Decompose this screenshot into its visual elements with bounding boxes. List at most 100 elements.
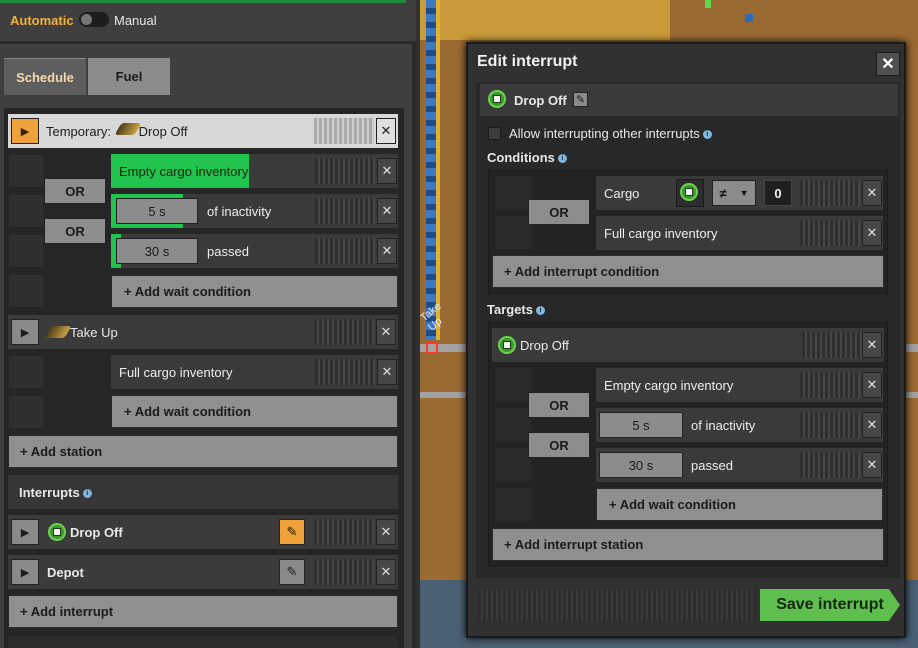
- or-button[interactable]: OR: [44, 178, 106, 204]
- drag-handle[interactable]: [314, 118, 374, 144]
- close-icon[interactable]: ✕: [862, 332, 882, 358]
- close-icon[interactable]: ✕: [862, 452, 882, 478]
- info-icon[interactable]: i: [557, 154, 567, 164]
- allow-interrupting-checkbox[interactable]: [488, 127, 501, 140]
- condition-value[interactable]: 5 s: [116, 198, 198, 224]
- close-icon[interactable]: ✕: [377, 359, 397, 385]
- add-interrupt-station-button[interactable]: + Add interrupt station: [492, 528, 884, 561]
- play-icon[interactable]: ▶: [11, 319, 39, 345]
- close-icon[interactable]: ✕: [862, 412, 882, 438]
- targets-label: Targets i: [487, 302, 545, 317]
- constant-input[interactable]: 0: [764, 180, 792, 206]
- indent-slot: [496, 176, 532, 210]
- close-icon[interactable]: ✕: [377, 158, 397, 184]
- station-row-take-up[interactable]: ▶ Take Up ✕: [8, 315, 398, 349]
- drag-handle[interactable]: [314, 559, 374, 585]
- item-slot[interactable]: [676, 179, 704, 207]
- close-icon[interactable]: ✕: [376, 519, 396, 545]
- wait-condition-inactivity[interactable]: 5 s of inactivity ✕: [111, 194, 398, 228]
- or-button[interactable]: OR: [528, 199, 590, 225]
- allow-interrupting-label: Allow interrupting other interrupts i: [509, 126, 712, 141]
- drag-handle[interactable]: [800, 220, 860, 246]
- train-marker[interactable]: [426, 342, 438, 354]
- rail-icon: [114, 123, 142, 135]
- or-button[interactable]: OR: [528, 432, 590, 458]
- target-row-drop-off[interactable]: Drop Off ✕: [492, 328, 884, 362]
- interrupt-condition-cargo[interactable]: Cargo ≠ ▼ 0 ✕: [596, 176, 883, 210]
- drag-handle[interactable]: [315, 359, 375, 385]
- drag-handle[interactable]: [314, 519, 374, 545]
- wait-condition-empty[interactable]: Empty cargo inventory ✕: [111, 154, 398, 188]
- drag-handle[interactable]: [314, 319, 374, 345]
- close-icon[interactable]: ✕: [376, 559, 396, 585]
- drag-handle[interactable]: [800, 180, 860, 206]
- close-icon[interactable]: ✕: [862, 220, 882, 246]
- indent-slot: [496, 368, 532, 402]
- info-icon[interactable]: i: [82, 489, 92, 499]
- drag-handle[interactable]: [800, 412, 860, 438]
- condition-value[interactable]: 30 s: [599, 452, 683, 478]
- add-wait-condition-button[interactable]: + Add wait condition: [111, 275, 398, 308]
- drag-handle[interactable]: [315, 198, 375, 224]
- add-station-button[interactable]: + Add station: [8, 435, 398, 468]
- or-button[interactable]: OR: [528, 392, 590, 418]
- drag-handle[interactable]: [802, 332, 862, 358]
- pencil-icon[interactable]: ✎: [279, 559, 305, 585]
- drag-handle[interactable]: [800, 452, 860, 478]
- station-name: Temporary: Drop Off: [46, 123, 188, 139]
- target-condition-inactivity[interactable]: 5 s of inactivity ✕: [596, 408, 883, 442]
- drag-handle[interactable]: [315, 238, 375, 264]
- target-condition-empty[interactable]: Empty cargo inventory ✕: [596, 368, 883, 402]
- info-icon[interactable]: i: [702, 130, 712, 140]
- drag-area[interactable]: [478, 589, 756, 621]
- interrupt-condition-full[interactable]: Full cargo inventory ✕: [596, 216, 883, 250]
- crate-icon: [53, 528, 61, 536]
- play-icon[interactable]: ▶: [11, 118, 39, 144]
- target-condition-passed[interactable]: 30 s passed ✕: [596, 448, 883, 482]
- play-icon[interactable]: ▶: [11, 559, 39, 585]
- pencil-icon[interactable]: ✎: [573, 92, 588, 107]
- indent-slot: [496, 216, 532, 250]
- add-wait-condition-button[interactable]: + Add wait condition: [596, 488, 883, 521]
- close-icon[interactable]: ✕: [377, 198, 397, 224]
- close-icon[interactable]: ✕: [377, 238, 397, 264]
- info-icon[interactable]: i: [536, 306, 545, 316]
- interrupt-name-bar: Drop Off ✎: [480, 84, 898, 116]
- add-wait-condition-button[interactable]: + Add wait condition: [111, 395, 398, 428]
- list-footer: [8, 636, 398, 648]
- condition-value[interactable]: 5 s: [599, 412, 683, 438]
- close-icon[interactable]: ✕: [876, 52, 900, 76]
- station-name: Take Up: [70, 325, 118, 340]
- close-icon[interactable]: ✕: [376, 118, 396, 144]
- indent-slot: [8, 234, 44, 268]
- interrupt-row-depot[interactable]: ▶ Depot ✎ ✕: [8, 555, 398, 589]
- add-interrupt-condition-button[interactable]: + Add interrupt condition: [492, 255, 884, 288]
- wait-condition-full[interactable]: Full cargo inventory ✕: [111, 355, 398, 389]
- save-interrupt-button[interactable]: Save interrupt: [760, 589, 900, 621]
- play-icon[interactable]: ▶: [11, 519, 39, 545]
- conditions-label: Conditions i: [487, 150, 567, 165]
- tab-schedule[interactable]: Schedule: [4, 58, 86, 95]
- close-icon[interactable]: ✕: [862, 372, 882, 398]
- wait-condition-passed[interactable]: 30 s passed ✕: [111, 234, 398, 268]
- pencil-icon[interactable]: ✎: [279, 519, 305, 545]
- manual-label[interactable]: Manual: [114, 13, 157, 28]
- drag-handle[interactable]: [315, 158, 375, 184]
- operator-dropdown[interactable]: ≠ ▼: [712, 180, 756, 206]
- station-row-drop-off[interactable]: ▶ Temporary: Drop Off ✕: [8, 114, 398, 148]
- or-button[interactable]: OR: [44, 218, 106, 244]
- interrupt-name: Drop Off: [70, 525, 123, 540]
- close-icon[interactable]: ✕: [376, 319, 396, 345]
- automatic-label[interactable]: Automatic: [10, 13, 74, 28]
- chevron-down-icon: ▼: [739, 188, 749, 198]
- condition-value[interactable]: 30 s: [116, 238, 198, 264]
- close-icon[interactable]: ✕: [862, 180, 882, 206]
- drag-handle[interactable]: [800, 372, 860, 398]
- add-interrupt-button[interactable]: + Add interrupt: [8, 595, 398, 628]
- cargo-icon: [498, 336, 516, 354]
- mode-toggle[interactable]: [79, 12, 109, 27]
- interrupt-row-drop-off[interactable]: ▶ Drop Off ✎ ✕: [8, 515, 398, 549]
- terrain-patch: [420, 0, 670, 40]
- tab-fuel[interactable]: Fuel: [88, 58, 170, 95]
- edit-interrupt-dialog: Edit interrupt ✕ Drop Off ✎ Allow interr…: [466, 42, 906, 638]
